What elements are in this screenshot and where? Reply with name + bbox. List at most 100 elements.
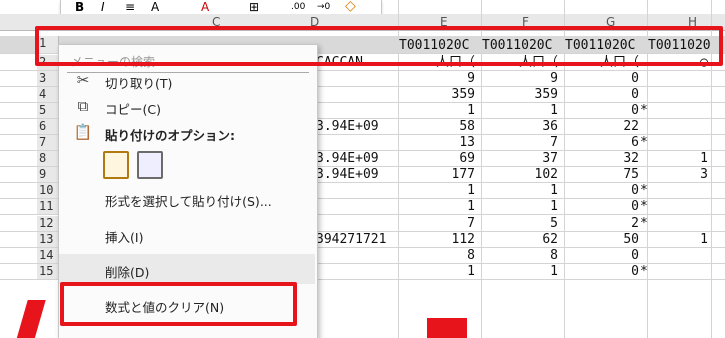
- borders-button[interactable]: ⊞: [249, 0, 259, 14]
- cell-f[interactable]: 36: [482, 119, 562, 134]
- row-number[interactable]: 5: [37, 103, 59, 119]
- red-marker-block: [427, 318, 467, 338]
- cell-e[interactable]: 1: [399, 183, 479, 198]
- paste-icon: 📋: [73, 123, 93, 141]
- cell-g[interactable]: 6: [565, 135, 639, 150]
- row-number[interactable]: 11: [37, 199, 59, 215]
- cell-e[interactable]: 177: [399, 167, 479, 182]
- cell-g[interactable]: 0: [565, 199, 639, 214]
- cell-g-flag[interactable]: *: [640, 183, 648, 198]
- cell-g-flag[interactable]: *: [640, 103, 648, 118]
- cell-g-flag[interactable]: *: [640, 264, 648, 279]
- cell-g[interactable]: 0: [565, 71, 639, 86]
- cell-e[interactable]: 112: [399, 232, 479, 247]
- cell-h[interactable]: [648, 71, 710, 86]
- menu-item-copy[interactable]: ⧉ コピー(C): [59, 93, 315, 119]
- row-number[interactable]: 13: [37, 231, 59, 247]
- cell-f[interactable]: 37: [482, 151, 562, 166]
- row-number[interactable]: 6: [37, 119, 59, 135]
- cell-e[interactable]: 1: [399, 103, 479, 118]
- row-number[interactable]: 14: [37, 247, 59, 263]
- cell-g-flag[interactable]: *: [640, 135, 648, 150]
- cell-f[interactable]: 8: [482, 248, 562, 263]
- menu-item-delete[interactable]: 削除(D): [59, 254, 315, 284]
- row-number[interactable]: 7: [37, 135, 59, 151]
- cell-e[interactable]: 1: [399, 264, 479, 279]
- cell-f[interactable]: 359: [482, 87, 562, 102]
- cell-f[interactable]: 62: [482, 232, 562, 247]
- cell-f[interactable]: 9: [482, 71, 562, 86]
- cell-g-flag[interactable]: *: [640, 199, 648, 214]
- cell-e[interactable]: 359: [399, 87, 479, 102]
- cell-g[interactable]: 0: [565, 103, 639, 118]
- cell-f[interactable]: 1: [482, 183, 562, 198]
- cell-h[interactable]: [648, 264, 710, 279]
- copy-icon: ⧉: [77, 97, 89, 115]
- cell-f[interactable]: 1: [482, 264, 562, 279]
- row-number[interactable]: 3: [37, 71, 59, 87]
- cell-h[interactable]: [648, 87, 710, 102]
- cell-e[interactable]: 9: [399, 71, 479, 86]
- menu-item-label: 挿入(I): [105, 230, 144, 245]
- cell-h[interactable]: 1: [648, 151, 710, 166]
- cell-e[interactable]: 58: [399, 119, 479, 134]
- cell-e[interactable]: 8: [399, 248, 479, 263]
- cell-g[interactable]: 22: [565, 119, 639, 134]
- cell-e[interactable]: 13: [399, 135, 479, 150]
- row1-highlight-box: [35, 26, 723, 66]
- row-number[interactable]: 12: [37, 215, 59, 231]
- cell-g[interactable]: 2: [565, 216, 639, 231]
- increase-decimal-button[interactable]: →0: [317, 2, 330, 12]
- bold-button[interactable]: B: [75, 0, 84, 14]
- cell-g[interactable]: 0: [565, 183, 639, 198]
- cell-f[interactable]: 102: [482, 167, 562, 182]
- spreadsheet-window: B I ≡ A A ⊞ .00 →0 ◇ C D E F G H 1 T0011…: [0, 0, 725, 338]
- row-number[interactable]: 15: [37, 263, 59, 279]
- cell-f[interactable]: 1: [482, 103, 562, 118]
- row-number[interactable]: 10: [37, 183, 59, 199]
- cell-g[interactable]: 0: [565, 87, 639, 102]
- cell-e[interactable]: 7: [399, 216, 479, 231]
- cell-f[interactable]: 5: [482, 216, 562, 231]
- row-number[interactable]: 8: [37, 151, 59, 167]
- cell-g[interactable]: 0: [565, 264, 639, 279]
- cell-g[interactable]: 75: [565, 167, 639, 182]
- cell-g[interactable]: 32: [565, 151, 639, 166]
- cell-g[interactable]: 50: [565, 232, 639, 247]
- row-number[interactable]: 4: [37, 87, 59, 103]
- scissors-icon: ✂: [76, 71, 90, 89]
- menu-item-cut[interactable]: ✂ 切り取り(T): [59, 67, 315, 93]
- cell-h[interactable]: [648, 248, 710, 263]
- paste-option-paste-icon[interactable]: [103, 151, 129, 179]
- paste-option-picture-icon[interactable]: [137, 151, 163, 179]
- cell-d[interactable]: 3.94E+09: [316, 119, 379, 134]
- align-button[interactable]: ≡: [125, 0, 135, 14]
- menu-item-label: 貼り付けのオプション:: [105, 128, 235, 143]
- decrease-decimal-button[interactable]: .00: [291, 2, 305, 12]
- cell-h[interactable]: [648, 183, 710, 198]
- cell-h[interactable]: [648, 199, 710, 214]
- cell-d[interactable]: 3.94E+09: [316, 167, 379, 182]
- cell-g[interactable]: 0: [565, 248, 639, 263]
- italic-button[interactable]: I: [101, 0, 105, 14]
- cell-f[interactable]: 1: [482, 199, 562, 214]
- menu-item-paste-special[interactable]: 形式を選択して貼り付け(S)...: [59, 185, 315, 211]
- cell-e[interactable]: 69: [399, 151, 479, 166]
- cell-h[interactable]: 3: [648, 167, 710, 182]
- cell-h[interactable]: [648, 216, 710, 231]
- row-number[interactable]: 9: [37, 167, 59, 183]
- cell-e[interactable]: 1: [399, 199, 479, 214]
- cell-d[interactable]: 394271721: [316, 232, 386, 247]
- menu-item-insert[interactable]: 挿入(I): [59, 221, 315, 247]
- red-marker-slash: [16, 300, 46, 338]
- menu-item-label: 削除(D): [105, 265, 150, 280]
- cell-h[interactable]: [648, 119, 710, 134]
- menu-item-label: 切り取り(T): [105, 76, 173, 91]
- format-painter-icon[interactable]: ◇: [345, 0, 356, 14]
- cell-f[interactable]: 7: [482, 135, 562, 150]
- cell-h[interactable]: [648, 103, 710, 118]
- cell-g-flag[interactable]: *: [640, 216, 648, 231]
- cell-h[interactable]: 1: [648, 232, 710, 247]
- cell-d[interactable]: 3.94E+09: [316, 151, 379, 166]
- cell-h[interactable]: [648, 135, 710, 150]
